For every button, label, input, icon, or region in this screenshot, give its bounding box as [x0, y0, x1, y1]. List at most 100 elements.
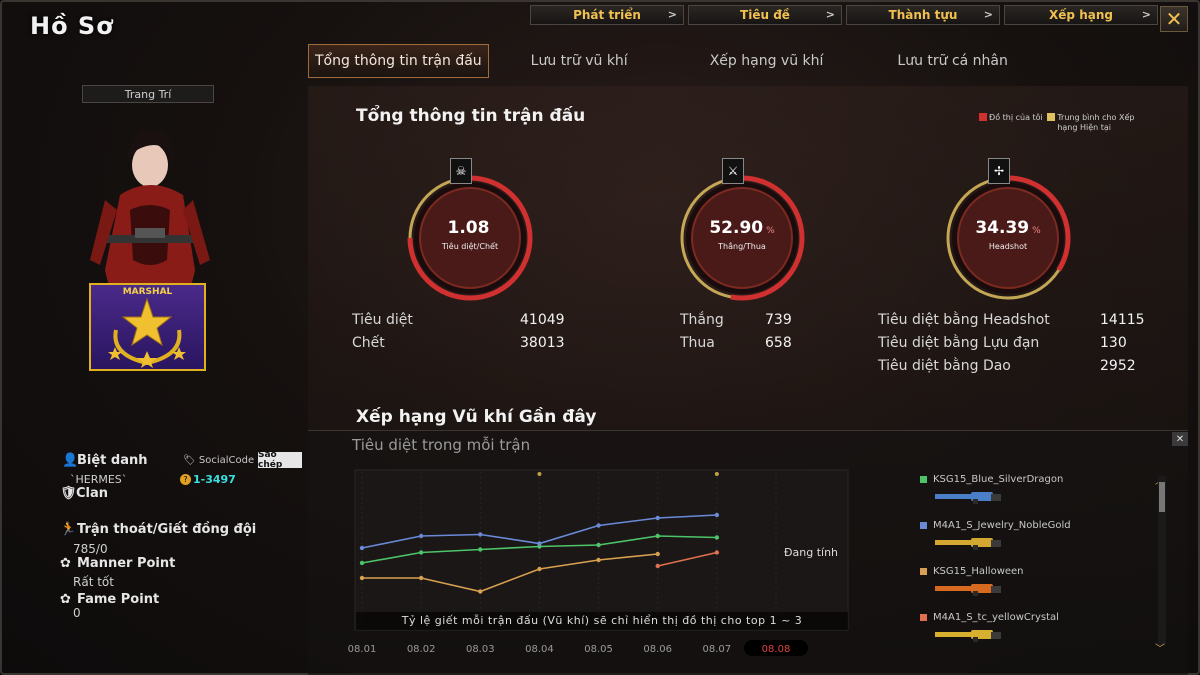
- wins-label: Thắng: [680, 312, 724, 328]
- data-point: [714, 512, 720, 518]
- gun-stock: [991, 540, 1001, 547]
- manner-value: Rất tốt: [73, 575, 114, 589]
- kd-gauge-ring: [407, 175, 533, 301]
- shotgun-icon: [935, 584, 1001, 596]
- chart-subtitle: Tiêu diệt trong mỗi trận: [352, 436, 531, 454]
- rank-badge: MARSHAL: [89, 283, 206, 371]
- kills-label: Tiêu diệt: [352, 312, 413, 328]
- decorate-button[interactable]: Trang Trí: [82, 85, 214, 103]
- gun-grip: [973, 637, 978, 642]
- headshot-unit: %: [1032, 226, 1041, 236]
- winrate-label: Thắng/Thua: [718, 242, 766, 251]
- data-point: [478, 532, 483, 537]
- data-point: [478, 589, 483, 594]
- x-tick-label: 08.05: [584, 644, 613, 655]
- chart-close-button[interactable]: ✕: [1172, 432, 1188, 446]
- tab-weapon-storage[interactable]: Lưu trữ vũ khí: [525, 44, 634, 78]
- x-tick-label: 08.08: [762, 644, 791, 655]
- data-point: [418, 533, 424, 539]
- tab-personal-storage[interactable]: Lưu trữ cá nhân: [891, 44, 1014, 78]
- top-navigation: Phát triển > Tiêu đề > Thành tựu > Xếp hạng…: [530, 5, 1158, 25]
- user-icon: 👤: [62, 453, 79, 468]
- headshot-gauge-ring: [945, 175, 1071, 301]
- data-point: [655, 533, 660, 539]
- grenade-kills-value: 130: [1100, 335, 1127, 351]
- legend-avg-swatch: [1047, 113, 1056, 121]
- chart-plot-area: [354, 469, 849, 631]
- series-color-swatch: [920, 522, 927, 529]
- social-code-label: 🏷 SocialCode: [183, 455, 255, 466]
- rifle-icon: [935, 538, 1001, 550]
- social-code-text: SocialCode: [198, 455, 255, 466]
- winrate-value: 52.90%: [672, 218, 812, 238]
- fame-value: 0: [73, 606, 81, 620]
- x-tick-label: 08.02: [407, 644, 436, 655]
- chart-note: Tỷ lệ giết mỗi trận đấu (Vũ khí) sẽ chỉ …: [356, 612, 848, 630]
- copy-code-button[interactable]: Sao chép: [258, 450, 302, 470]
- weapon-item[interactable]: M4A1_S_tc_yellowCrystal: [918, 608, 1148, 654]
- close-button[interactable]: ✕: [1160, 6, 1188, 32]
- clan-icon: 🛡: [60, 486, 77, 501]
- nav-ranking-button[interactable]: Xếp hạng >: [1004, 5, 1158, 25]
- legend-avg-label: Trung bình cho Xếp hạng Hiện tại: [1057, 113, 1135, 132]
- x-tick-label: 08.04: [525, 644, 554, 655]
- data-point: [359, 560, 365, 566]
- rifle-icon: [935, 630, 1001, 642]
- weapon-name: M4A1_S_tc_yellowCrystal: [933, 612, 1059, 623]
- headshot-label: Headshot: [988, 242, 1028, 251]
- nickname-value: `HERMES`: [70, 473, 128, 486]
- skull-icon: ☠: [450, 158, 472, 184]
- marshal-star-icon: [108, 297, 186, 368]
- data-point: [596, 523, 601, 528]
- profile-tabs: Tổng thông tin trận đấu Lưu trữ vũ khí X…: [308, 44, 1014, 78]
- x-tick-label: 08.01: [348, 644, 377, 655]
- winrate-unit: %: [766, 226, 775, 236]
- data-point: [655, 551, 660, 557]
- tab-weapon-ranking[interactable]: Xếp hạng vũ khí: [704, 44, 830, 78]
- data-point: [655, 515, 660, 521]
- scroll-down-icon[interactable]: ﹀: [1155, 640, 1165, 655]
- marker-dot: [537, 472, 542, 476]
- weapon-name: KSG15_Halloween: [933, 566, 1024, 577]
- knife-kills-value: 2952: [1100, 358, 1136, 374]
- marker-dot: [714, 472, 719, 476]
- nav-development-button[interactable]: Phát triển >: [530, 5, 684, 25]
- chart-legend: Đồ thị của tôi Trung bình cho Xếp hạng H…: [979, 113, 1139, 133]
- summary-title: Tổng thông tin trận đấu: [356, 106, 586, 126]
- gauge-face: [419, 187, 521, 289]
- nav-label: Phát triển: [573, 8, 641, 22]
- losses-label: Thua: [680, 335, 715, 351]
- series-color-swatch: [920, 476, 927, 483]
- recent-weapons-title: Xếp hạng Vũ khí Gần đây: [356, 407, 597, 427]
- data-point: [714, 550, 720, 555]
- weapon-item[interactable]: M4A1_S_Jewelry_NobleGold: [918, 516, 1148, 562]
- data-point: [359, 545, 365, 551]
- winrate-gauge-ring: [679, 175, 805, 301]
- tab-match-summary[interactable]: Tổng thông tin trận đấu: [308, 44, 489, 78]
- gun-stock: [991, 632, 1001, 639]
- data-point: [714, 535, 720, 540]
- data-point: [596, 542, 601, 548]
- nav-title-button[interactable]: Tiêu đề >: [688, 5, 842, 25]
- gauge-face: [957, 187, 1059, 289]
- nav-achievement-button[interactable]: Thành tựu >: [846, 5, 1000, 25]
- nav-label: Xếp hạng: [1049, 8, 1113, 22]
- chevron-right-icon: >: [983, 8, 993, 21]
- clan-label: Clan: [76, 486, 109, 501]
- social-code-value: 1-3497: [193, 473, 236, 486]
- gun-grip: [973, 499, 978, 504]
- weapon-item[interactable]: KSG15_Halloween: [918, 562, 1148, 608]
- weapon-list: KSG15_Blue_SilverDragon M4A1_S_Jewelry_N…: [918, 470, 1148, 654]
- x-tick-label: 08.03: [466, 644, 495, 655]
- gun-grip: [973, 545, 978, 550]
- legend-mine-label: Đồ thị của tôi: [989, 113, 1043, 122]
- series-color-swatch: [920, 614, 927, 621]
- chevron-right-icon: >: [667, 8, 677, 21]
- weapon-item[interactable]: KSG15_Blue_SilverDragon: [918, 470, 1148, 516]
- scrollbar-thumb[interactable]: [1159, 482, 1165, 512]
- manner-label: Manner Point: [77, 556, 176, 571]
- kills-value: 41049: [520, 312, 565, 328]
- headshot-number: 34.39: [975, 218, 1030, 238]
- chevron-right-icon: >: [1141, 8, 1151, 21]
- help-icon[interactable]: ?: [180, 474, 191, 485]
